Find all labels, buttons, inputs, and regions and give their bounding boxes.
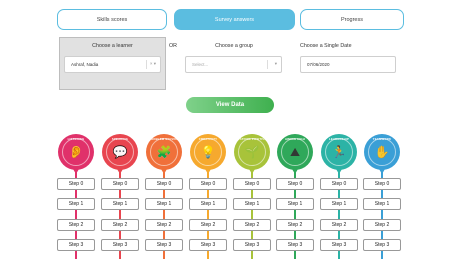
group-placeholder: Select... <box>192 62 209 67</box>
step-button[interactable]: Step 1 <box>276 198 314 210</box>
step-button[interactable]: Step 2 <box>276 219 314 231</box>
step-button[interactable]: Step 2 <box>101 219 139 231</box>
ear-icon: 👂 <box>68 145 84 159</box>
tab-progress[interactable]: Progress <box>300 9 404 30</box>
or-label: OR <box>169 43 177 49</box>
date-label: Choose a Single Date <box>300 43 352 49</box>
learner-value: Ashraf, Nadia <box>71 62 99 67</box>
step-button[interactable]: Step 2 <box>57 219 95 231</box>
step-button[interactable]: Step 1 <box>233 198 271 210</box>
step-button[interactable]: Step 3 <box>101 239 139 251</box>
date-value: 07/06/2020 <box>307 62 330 67</box>
step-button[interactable]: Step 2 <box>363 219 401 231</box>
skill-column: LEADERSHIP 🏃 Step 0 Step 1 Step 2 Step 3 <box>319 132 359 259</box>
figure-icon: 🏃 <box>331 145 347 159</box>
badge-pointer <box>249 169 255 174</box>
clear-chevron-icon[interactable]: × ▾ <box>150 61 156 67</box>
chevron-down-icon[interactable]: ▾ <box>275 61 277 67</box>
step-button[interactable]: Step 0 <box>233 178 271 190</box>
step-button[interactable]: Step 3 <box>189 239 227 251</box>
skill-badge: SPEAKING 💬 <box>102 134 138 174</box>
puzzle-icon: 🧩 <box>156 145 172 159</box>
team-icon: ✋ <box>374 145 390 159</box>
skill-badge: PROBLEM SOLVING 🧩 <box>146 134 182 174</box>
step-button[interactable]: Step 0 <box>57 178 95 190</box>
select-separator <box>267 60 268 69</box>
skill-column: PROBLEM SOLVING 🧩 Step 0 Step 1 Step 2 Step 3 <box>144 132 184 259</box>
learner-label: Choose a learner <box>92 43 133 49</box>
step-button[interactable]: Step 1 <box>57 198 95 210</box>
step-button[interactable]: Step 2 <box>189 219 227 231</box>
badge-pointer <box>292 169 298 174</box>
lightbulb-icon: 💡 <box>200 145 216 159</box>
skill-column: TEAMWORK ✋ Step 0 Step 1 Step 2 Step 3 <box>362 132 402 259</box>
mountain-icon: ⛰ <box>289 144 301 159</box>
step-button[interactable]: Step 3 <box>276 239 314 251</box>
step-button[interactable]: Step 0 <box>189 178 227 190</box>
tab-skills-scores[interactable]: Skills scores <box>57 9 167 30</box>
step-button[interactable]: Step 3 <box>145 239 183 251</box>
learner-select[interactable]: Ashraf, Nadia × ▾ <box>64 56 161 73</box>
skill-badge: TEAMWORK ✋ <box>364 134 400 174</box>
date-input[interactable]: 07/06/2020 <box>300 56 396 73</box>
step-button[interactable]: Step 1 <box>363 198 401 210</box>
step-button[interactable]: Step 3 <box>57 239 95 251</box>
step-button[interactable]: Step 0 <box>145 178 183 190</box>
group-select[interactable]: Select... ▾ <box>185 56 282 73</box>
group-label: Choose a group <box>215 43 253 49</box>
badge-pointer <box>73 169 79 174</box>
badge-pointer <box>379 169 385 174</box>
step-button[interactable]: Step 1 <box>189 198 227 210</box>
step-button[interactable]: Step 2 <box>233 219 271 231</box>
view-data-button[interactable]: View Data <box>186 97 274 113</box>
step-button[interactable]: Step 1 <box>101 198 139 210</box>
speech-bubble-icon: 💬 <box>112 145 128 159</box>
step-button[interactable]: Step 2 <box>145 219 183 231</box>
step-button[interactable]: Step 1 <box>320 198 358 210</box>
badge-pointer <box>205 169 211 174</box>
step-button[interactable]: Step 0 <box>320 178 358 190</box>
skill-badge: AIMING HIGH ⛰ <box>277 134 313 174</box>
skill-column: LISTENING 👂 Step 0 Step 1 Step 2 Step 3 <box>56 132 96 259</box>
skill-badge: CREATIVITY 💡 <box>190 134 226 174</box>
step-button[interactable]: Step 0 <box>276 178 314 190</box>
skill-badge: STAYING POSITIVE 🌱 <box>234 134 270 174</box>
step-button[interactable]: Step 3 <box>320 239 358 251</box>
skill-column: STAYING POSITIVE 🌱 Step 0 Step 1 Step 2 Step … <box>232 132 272 259</box>
skill-column: AIMING HIGH ⛰ Step 0 Step 1 Step 2 Step 3 <box>275 132 315 259</box>
tab-survey-answers[interactable]: Survey answers <box>174 9 295 30</box>
skill-badge: LISTENING 👂 <box>58 134 94 174</box>
sprout-icon: 🌱 <box>244 145 260 159</box>
step-button[interactable]: Step 0 <box>101 178 139 190</box>
skill-badge: LEADERSHIP 🏃 <box>321 134 357 174</box>
skill-column: SPEAKING 💬 Step 0 Step 1 Step 2 Step 3 <box>100 132 140 259</box>
select-separator <box>146 60 147 69</box>
step-button[interactable]: Step 0 <box>363 178 401 190</box>
badge-pointer <box>117 169 123 174</box>
step-button[interactable]: Step 3 <box>233 239 271 251</box>
badge-pointer <box>161 169 167 174</box>
step-button[interactable]: Step 2 <box>320 219 358 231</box>
step-button[interactable]: Step 3 <box>363 239 401 251</box>
skill-column: CREATIVITY 💡 Step 0 Step 1 Step 2 Step 3 <box>188 132 228 259</box>
badge-pointer <box>336 169 342 174</box>
step-button[interactable]: Step 1 <box>145 198 183 210</box>
